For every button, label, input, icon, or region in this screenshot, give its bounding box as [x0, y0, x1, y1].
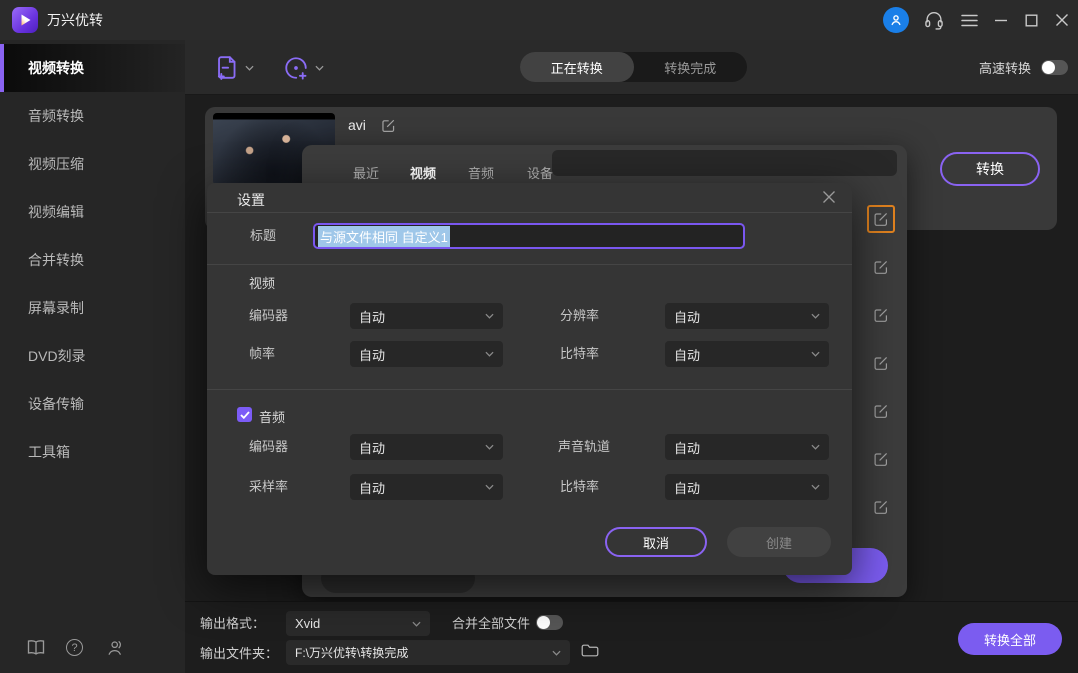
chevron-down-icon — [811, 313, 820, 319]
audio-encoder-select[interactable]: 自动 — [350, 434, 503, 460]
sidebar-item-screen-record[interactable]: 屏幕录制 — [0, 284, 185, 332]
chevron-down-icon — [552, 650, 561, 656]
settings-dialog: 设置 标题 与源文件相同 自定义1 视频 编码器 自动 分辨率 自动 帧率 自动… — [207, 183, 852, 575]
account-avatar[interactable] — [883, 7, 909, 33]
chevron-down-icon — [485, 444, 494, 450]
chevron-down-icon — [811, 444, 820, 450]
audio-bitrate-label: 比特率 — [560, 474, 599, 500]
rename-edit-icon[interactable] — [381, 118, 396, 138]
chevron-down-icon — [412, 621, 421, 627]
convert-button[interactable]: 转换 — [940, 152, 1040, 186]
format-edit-icon-2[interactable] — [873, 259, 889, 275]
chevron-down-icon — [811, 351, 820, 357]
support-headset-icon[interactable] — [920, 0, 948, 40]
audio-samplerate-label: 采样率 — [249, 474, 288, 500]
sidebar-item-audio-convert[interactable]: 音频转换 — [0, 92, 185, 140]
merge-all-toggle[interactable] — [536, 615, 563, 630]
app-window: 万兴优转 — [0, 0, 1078, 673]
format-tab-device[interactable]: 设备 — [527, 163, 553, 182]
format-edit-icon-3[interactable] — [873, 307, 889, 323]
convert-all-button[interactable]: 转换全部 — [958, 623, 1062, 655]
user-account-icon[interactable] — [106, 639, 125, 661]
title-input[interactable]: 与源文件相同 自定义1 — [313, 223, 745, 249]
format-edit-icon-5[interactable] — [873, 403, 889, 419]
tab-converting[interactable]: 正在转换 — [520, 52, 634, 82]
add-file-icon — [215, 54, 239, 81]
maximize-button[interactable] — [1020, 0, 1042, 40]
add-file-button[interactable] — [215, 54, 254, 81]
minimize-button[interactable] — [990, 0, 1012, 40]
video-resolution-label: 分辨率 — [560, 303, 599, 329]
audio-samplerate-select[interactable]: 自动 — [350, 474, 503, 500]
audio-track-label: 声音轨道 — [558, 434, 610, 460]
sidebar-item-merge-convert[interactable]: 合并转换 — [0, 236, 185, 284]
format-tab-video[interactable]: 视频 — [410, 163, 436, 182]
format-search-input[interactable] — [552, 150, 897, 176]
chevron-down-icon — [811, 484, 820, 490]
tab-finished[interactable]: 转换完成 — [634, 52, 748, 82]
video-framerate-label: 帧率 — [249, 341, 275, 367]
high-speed-toggle[interactable] — [1041, 60, 1068, 75]
format-edit-icon-7[interactable] — [873, 499, 889, 515]
video-bitrate-label: 比特率 — [560, 341, 599, 367]
user-icon — [889, 13, 903, 27]
format-tab-recent[interactable]: 最近 — [353, 163, 379, 182]
titlebar: 万兴优转 — [0, 0, 1078, 40]
chevron-down-icon — [315, 65, 324, 71]
audio-enabled-checkbox[interactable] — [237, 407, 252, 422]
sidebar-item-video-edit[interactable]: 视频编辑 — [0, 188, 185, 236]
check-icon — [240, 411, 250, 419]
chevron-down-icon — [245, 65, 254, 71]
video-resolution-select[interactable]: 自动 — [665, 303, 829, 329]
sidebar-item-video-convert[interactable]: 视频转换 — [0, 44, 185, 92]
app-logo-icon — [12, 7, 38, 33]
output-format-label: 输出格式： — [200, 614, 265, 634]
dialog-title: 设置 — [237, 188, 265, 212]
video-encoder-label: 编码器 — [249, 303, 288, 329]
sidebar-item-video-compress[interactable]: 视频压缩 — [0, 140, 185, 188]
guide-book-icon[interactable] — [26, 639, 46, 661]
app-title: 万兴优转 — [47, 0, 103, 40]
video-bitrate-select[interactable]: 自动 — [665, 341, 829, 367]
output-format-select[interactable]: Xvid — [286, 611, 430, 636]
sidebar-footer: ? — [0, 637, 185, 663]
add-dvd-button[interactable] — [283, 55, 324, 81]
format-edit-icon-6[interactable] — [873, 451, 889, 467]
format-edit-icon-4[interactable] — [873, 355, 889, 371]
audio-bitrate-select[interactable]: 自动 — [665, 474, 829, 500]
output-folder-label: 输出文件夹： — [200, 644, 278, 664]
video-encoder-select[interactable]: 自动 — [350, 303, 503, 329]
merge-all-label: 合并全部文件 — [452, 614, 530, 634]
toolbar: 正在转换 转换完成 高速转换 — [185, 40, 1078, 95]
create-button-disabled[interactable]: 创建 — [727, 527, 831, 557]
menu-icon[interactable] — [958, 0, 980, 40]
output-folder-select[interactable]: F:\万兴优转\转换完成 — [286, 640, 570, 665]
sidebar-item-dvd-burn[interactable]: DVD刻录 — [0, 332, 185, 380]
bottom-bar: 输出格式： Xvid 合并全部文件 输出文件夹： F:\万兴优转\转换完成 转换… — [185, 601, 1078, 673]
audio-section-heading: 音频 — [259, 407, 285, 426]
status-tabs: 正在转换 转换完成 — [520, 52, 747, 82]
high-speed-label: 高速转换 — [979, 58, 1031, 77]
dialog-close-icon[interactable] — [822, 190, 836, 209]
chevron-down-icon — [485, 484, 494, 490]
format-tab-audio[interactable]: 音频 — [468, 163, 494, 182]
video-framerate-select[interactable]: 自动 — [350, 341, 503, 367]
help-icon[interactable]: ? — [66, 639, 83, 656]
title-input-selected-text: 与源文件相同 自定义1 — [318, 226, 450, 247]
sidebar-item-toolbox[interactable]: 工具箱 — [0, 428, 185, 476]
close-button[interactable] — [1050, 0, 1074, 40]
chevron-down-icon — [485, 351, 494, 357]
cancel-button[interactable]: 取消 — [605, 527, 707, 557]
sidebar-item-device-transfer[interactable]: 设备传输 — [0, 380, 185, 428]
title-field-label: 标题 — [250, 223, 276, 249]
format-edit-icon-1[interactable] — [873, 211, 889, 227]
open-folder-icon[interactable] — [581, 643, 599, 663]
audio-encoder-label: 编码器 — [249, 434, 288, 460]
add-dvd-icon — [283, 55, 309, 81]
video-section-heading: 视频 — [249, 273, 275, 292]
chevron-down-icon — [485, 313, 494, 319]
audio-track-select[interactable]: 自动 — [665, 434, 829, 460]
file-title: avi — [348, 117, 366, 133]
sidebar: 视频转换 音频转换 视频压缩 视频编辑 合并转换 屏幕录制 DVD刻录 设备传输… — [0, 40, 185, 673]
